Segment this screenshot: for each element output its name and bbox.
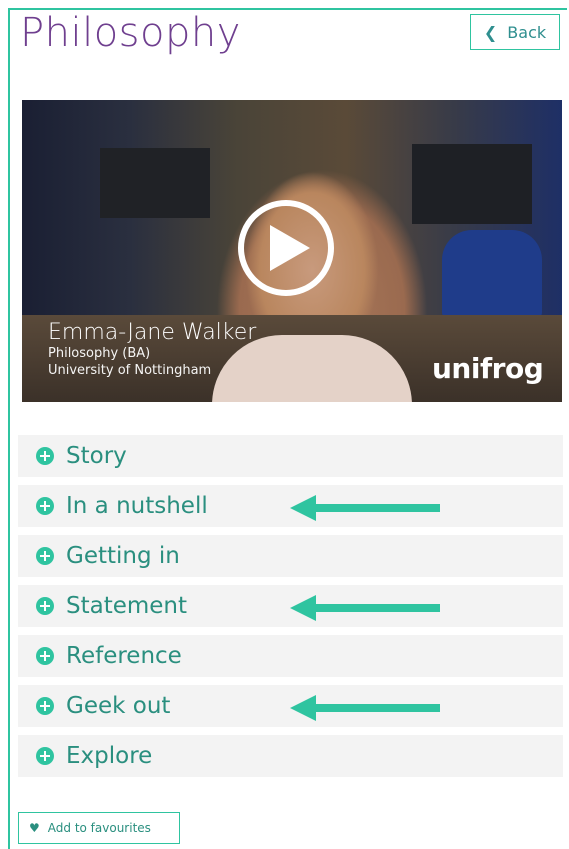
accordion-item-explore[interactable]: Explore xyxy=(18,735,563,777)
speaker-university: University of Nottingham xyxy=(48,363,212,378)
video-background-chair xyxy=(442,230,542,320)
accordion-label: Reference xyxy=(66,643,182,669)
add-to-favourites-label: Add to favourites xyxy=(47,821,151,835)
video-caption: Emma-Jane Walker Philosophy (BA) Univers… xyxy=(48,320,256,379)
accordion-label: Statement xyxy=(66,593,188,619)
plus-circle-icon xyxy=(36,447,54,465)
video-background-monitor xyxy=(412,144,532,224)
plus-circle-icon xyxy=(36,647,54,665)
accordion-label: Story xyxy=(66,443,127,469)
accordion-item-geek-out[interactable]: Geek out xyxy=(18,685,563,727)
accordion-label: Geek out xyxy=(66,693,171,719)
accordion-item-in-a-nutshell[interactable]: In a nutshell xyxy=(18,485,563,527)
plus-circle-icon xyxy=(36,697,54,715)
add-to-favourites-button[interactable]: ♥ Add to favourites xyxy=(18,812,180,844)
page-title: Philosophy xyxy=(20,10,241,56)
video-player[interactable]: Emma-Jane Walker Philosophy (BA) Univers… xyxy=(22,100,562,402)
accordion-item-reference[interactable]: Reference xyxy=(18,635,563,677)
play-button[interactable] xyxy=(238,200,334,296)
plus-circle-icon xyxy=(36,747,54,765)
play-icon xyxy=(270,225,310,271)
accordion-label: In a nutshell xyxy=(66,493,208,519)
arrow-left-icon xyxy=(290,595,440,621)
accordion-item-getting-in[interactable]: Getting in xyxy=(18,535,563,577)
accordion-label: Explore xyxy=(66,743,153,769)
accordion-item-statement[interactable]: Statement xyxy=(18,585,563,627)
plus-circle-icon xyxy=(36,597,54,615)
arrow-left-icon xyxy=(290,495,440,521)
plus-circle-icon xyxy=(36,497,54,515)
accordion-item-story[interactable]: Story xyxy=(18,435,563,477)
arrow-left-icon xyxy=(290,695,440,721)
heart-icon: ♥ xyxy=(29,821,40,835)
speaker-name: Emma-Jane Walker xyxy=(48,320,257,345)
back-button-label: Back xyxy=(507,22,547,42)
video-background-monitor xyxy=(100,148,210,218)
unifrog-logo: unifrog xyxy=(432,352,544,385)
plus-circle-icon xyxy=(36,547,54,565)
accordion-label: Getting in xyxy=(66,543,180,569)
section-accordion: Story In a nutshell Getting in Statement… xyxy=(18,435,563,785)
chevron-left-icon: ❮ xyxy=(483,22,498,42)
speaker-course: Philosophy (BA) xyxy=(48,346,151,361)
back-button[interactable]: ❮ Back xyxy=(470,14,560,50)
